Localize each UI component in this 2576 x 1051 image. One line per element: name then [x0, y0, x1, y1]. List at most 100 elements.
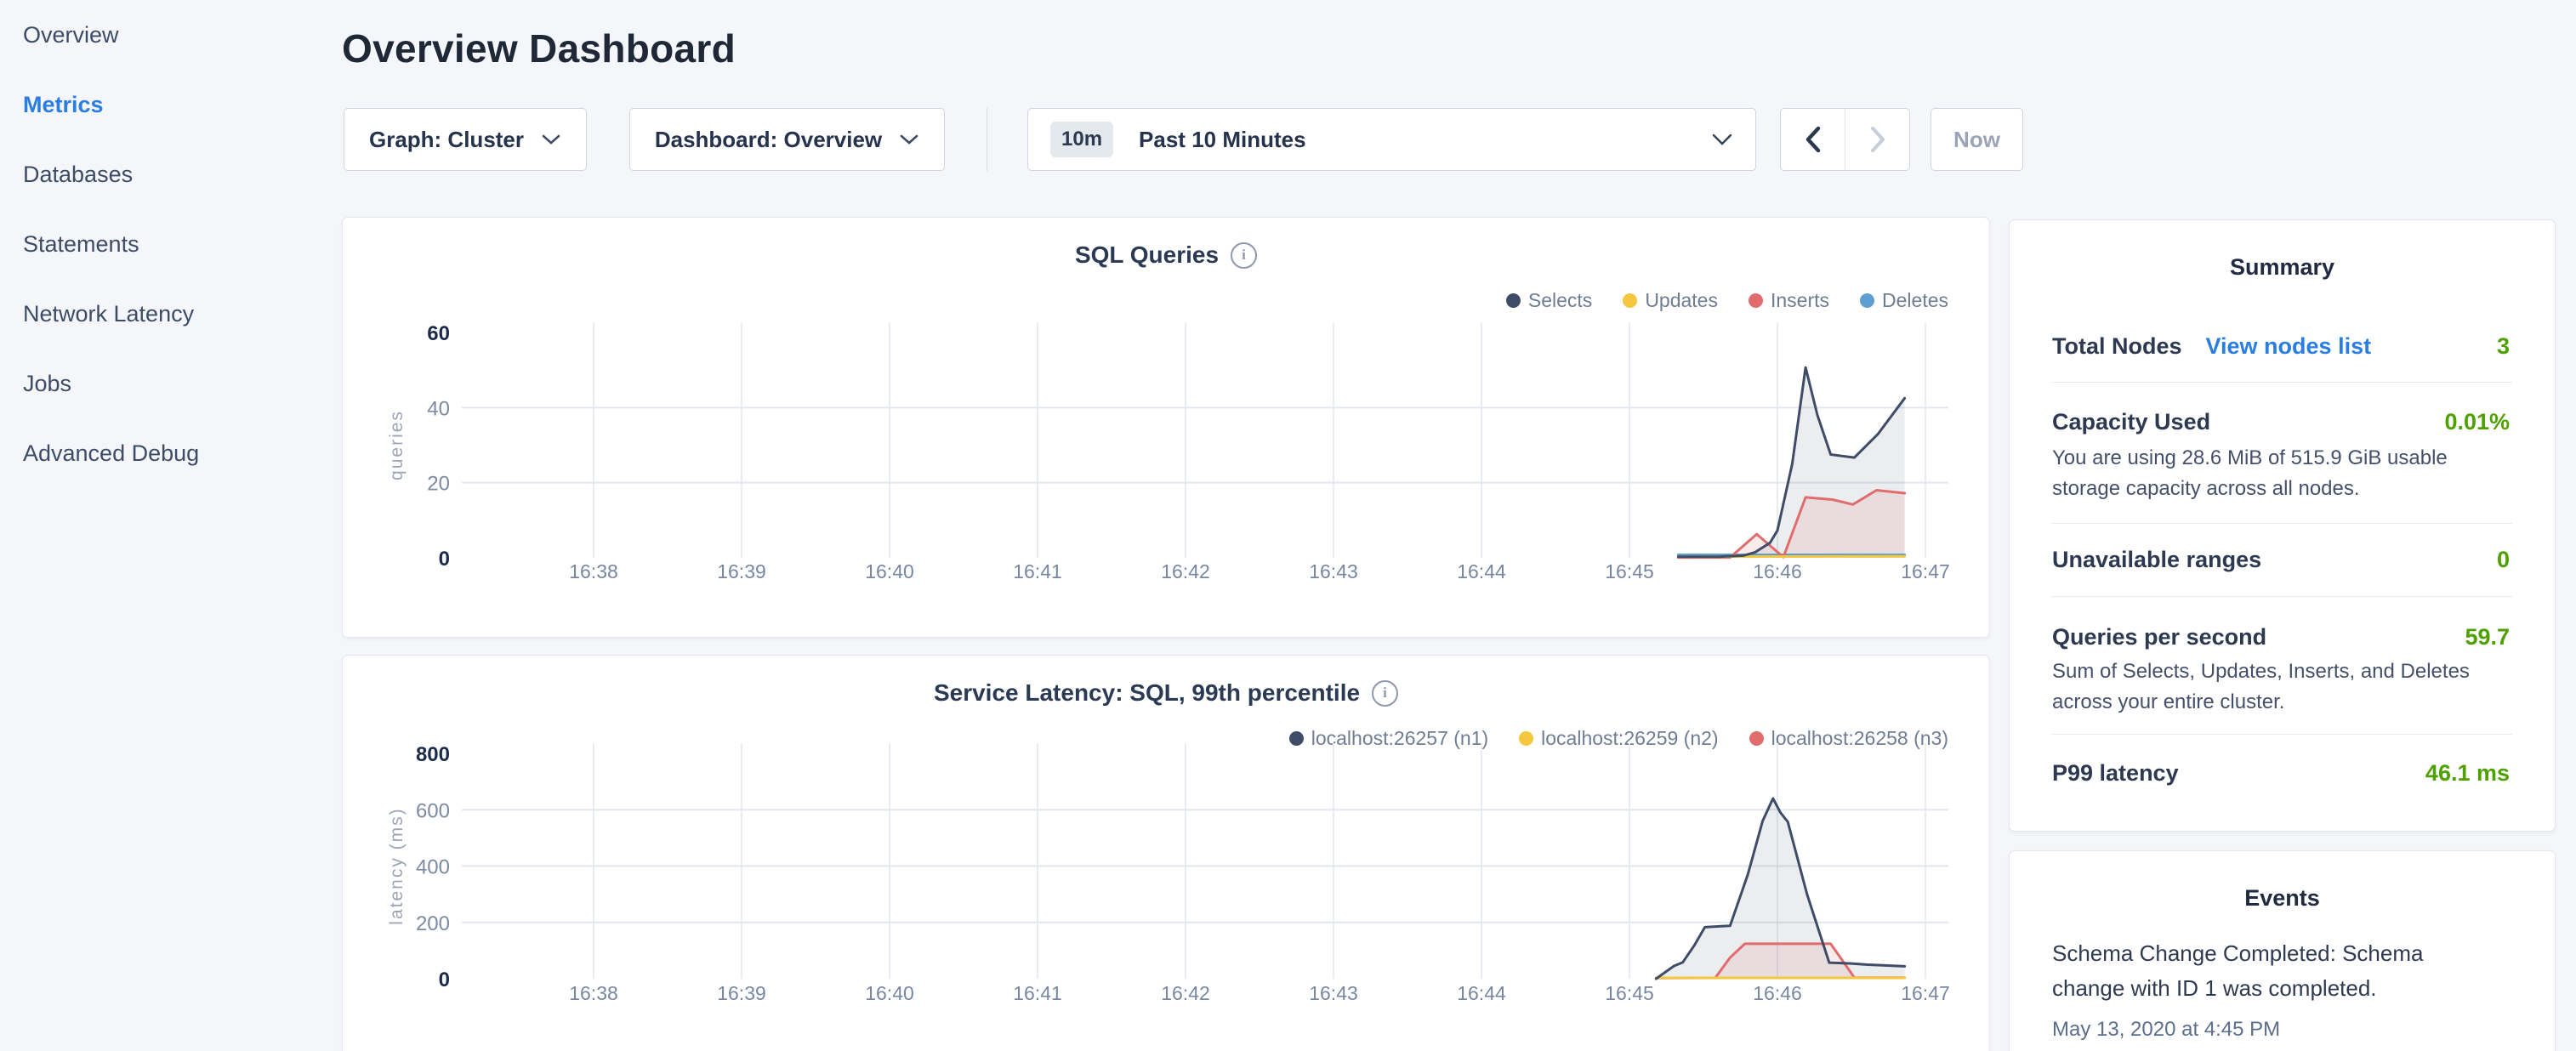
x-tick-label: 16:38 — [569, 560, 618, 582]
sidebar-item-jobs[interactable]: Jobs — [0, 349, 340, 418]
legend-item[interactable]: localhost:26257 (n1) — [1289, 727, 1488, 750]
legend-item[interactable]: Selects — [1506, 289, 1592, 312]
summary-divider — [2052, 523, 2512, 524]
info-icon[interactable]: i — [1231, 242, 1257, 269]
x-tick-label: 16:39 — [717, 560, 766, 582]
info-icon[interactable]: i — [1372, 680, 1398, 707]
summary-value: 0.01% — [2444, 409, 2510, 435]
x-tick-label: 16:40 — [865, 982, 914, 1004]
summary-label: Total Nodes — [2052, 333, 2182, 360]
time-range-badge: 10m — [1050, 122, 1113, 157]
view-nodes-list-link[interactable]: View nodes list — [2206, 333, 2372, 360]
summary-label: Unavailable ranges — [2052, 547, 2261, 573]
legend-label: localhost:26257 (n1) — [1311, 727, 1488, 750]
now-button[interactable]: Now — [1931, 108, 2023, 171]
legend-label: Updates — [1645, 289, 1718, 312]
summary-label: Capacity Used — [2052, 409, 2210, 435]
legend-dot-icon — [1860, 293, 1874, 308]
summary-value: 59.7 — [2465, 624, 2510, 650]
sidebar-item-databases[interactable]: Databases — [0, 139, 340, 209]
legend-dot-icon — [1623, 293, 1637, 308]
summary-description: You are using 28.6 MiB of 515.9 GiB usab… — [2052, 443, 2512, 504]
x-tick-label: 16:42 — [1161, 982, 1210, 1004]
dashboard-dropdown-label: Dashboard: Overview — [655, 127, 882, 153]
sidebar-item-network-latency[interactable]: Network Latency — [0, 279, 340, 349]
x-tick-label: 16:41 — [1013, 560, 1062, 582]
sidebar-item-metrics[interactable]: Metrics — [0, 70, 340, 139]
y-tick-label: 200 — [416, 912, 450, 935]
x-tick-label: 16:44 — [1457, 560, 1506, 582]
legend-item[interactable]: Deletes — [1860, 289, 1948, 312]
legend-label: localhost:26258 (n3) — [1771, 727, 1948, 750]
summary-row-queries-per-second: Queries per second 59.7 — [2052, 620, 2510, 654]
legend-item[interactable]: Inserts — [1749, 289, 1829, 312]
summary-row-p99-latency: P99 latency 46.1 ms — [2052, 756, 2510, 790]
y-tick-label: 20 — [427, 473, 450, 496]
summary-divider — [2052, 734, 2512, 735]
legend-item[interactable]: localhost:26258 (n3) — [1749, 727, 1948, 750]
sidebar-item-overview[interactable]: Overview — [0, 0, 340, 70]
y-axis-title: latency (ms) — [387, 807, 407, 924]
time-step-forward-button[interactable] — [1845, 109, 1909, 170]
chart-legend: localhost:26257 (n1) localhost:26259 (n2)… — [1289, 727, 1948, 750]
x-tick-label: 16:43 — [1309, 982, 1358, 1004]
x-tick-label: 16:46 — [1753, 560, 1802, 582]
summary-divider — [2052, 382, 2512, 383]
legend-dot-icon — [1749, 731, 1764, 746]
chart-legend: Selects Updates Inserts Deletes — [1506, 289, 1948, 312]
dashboard-dropdown[interactable]: Dashboard: Overview — [629, 108, 945, 171]
x-tick-label: 16:45 — [1605, 982, 1654, 1004]
chevron-down-icon — [899, 134, 919, 145]
graph-scope-dropdown-label: Graph: Cluster — [369, 127, 524, 153]
legend-dot-icon — [1749, 293, 1763, 308]
sidebar-item-advanced-debug[interactable]: Advanced Debug — [0, 418, 340, 488]
summary-row-total-nodes: Total Nodes View nodes list 3 — [2052, 329, 2510, 363]
summary-label: P99 latency — [2052, 760, 2179, 787]
legend-label: Inserts — [1771, 289, 1829, 312]
graph-scope-dropdown[interactable]: Graph: Cluster — [344, 108, 587, 171]
y-tick-label: 60 — [427, 322, 450, 345]
x-tick-label: 16:46 — [1753, 982, 1802, 1004]
summary-title: Summary — [2010, 254, 2555, 281]
x-tick-label: 16:44 — [1457, 982, 1506, 1004]
event-timestamp: May 13, 2020 at 4:45 PM — [2052, 1018, 2280, 1042]
chart-title: Service Latency: SQL, 99th percentile — [934, 679, 1360, 707]
legend-dot-icon — [1289, 731, 1304, 746]
app-root: Overview Metrics Databases Statements Ne… — [0, 0, 2576, 1051]
legend-item[interactable]: localhost:26259 (n2) — [1519, 727, 1718, 750]
time-step-back-button[interactable] — [1781, 109, 1845, 170]
chart-header: Service Latency: SQL, 99th percentile i — [343, 679, 1989, 707]
y-tick-label: 400 — [416, 856, 450, 879]
x-tick-label: 16:40 — [865, 560, 914, 582]
sidebar-item-statements[interactable]: Statements — [0, 209, 340, 279]
legend-label: Selects — [1528, 289, 1592, 312]
summary-description: Sum of Selects, Updates, Inserts, and De… — [2052, 656, 2512, 718]
x-tick-label: 16:41 — [1013, 982, 1062, 1004]
sql-queries-plot: 16:3816:3916:4016:4116:4216:4316:4416:45… — [343, 310, 1991, 599]
chevron-down-icon — [1711, 133, 1733, 146]
summary-row-unavailable-ranges: Unavailable ranges 0 — [2052, 543, 2510, 577]
y-tick-label: 0 — [439, 548, 450, 571]
y-axis-title: queries — [387, 410, 407, 480]
summary-panel: Summary Total Nodes View nodes list 3 Ca… — [2009, 219, 2556, 832]
summary-label: Queries per second — [2052, 624, 2266, 650]
chart-card-sql-queries: SQL Queries i SelectsUpdatesInsertsDelet… — [342, 217, 1990, 638]
y-tick-label: 0 — [439, 969, 450, 991]
x-tick-label: 16:42 — [1161, 560, 1210, 582]
legend-dot-icon — [1506, 293, 1521, 308]
legend-item[interactable]: Updates — [1623, 289, 1718, 312]
chevron-down-icon — [541, 134, 561, 145]
time-range-label: Past 10 Minutes — [1139, 127, 1306, 153]
chart-card-service-latency: Service Latency: SQL, 99th percentile i … — [342, 655, 1990, 1051]
event-message[interactable]: Schema Change Completed: Schema change w… — [2052, 936, 2452, 1006]
summary-divider — [2052, 596, 2512, 597]
x-tick-label: 16:39 — [717, 982, 766, 1004]
events-title: Events — [2010, 885, 2555, 912]
time-range-picker[interactable]: 10m Past 10 Minutes — [1027, 108, 1756, 171]
sidebar: Overview Metrics Databases Statements Ne… — [0, 0, 340, 1051]
x-tick-label: 16:45 — [1605, 560, 1654, 582]
x-tick-label: 16:47 — [1901, 560, 1950, 582]
x-tick-label: 16:38 — [569, 982, 618, 1004]
service-latency-plot: 16:38 16:39 16:40 16:41 16:42 16:43 16:44 16:45… — [343, 747, 1991, 1037]
legend-label: Deletes — [1882, 289, 1948, 312]
